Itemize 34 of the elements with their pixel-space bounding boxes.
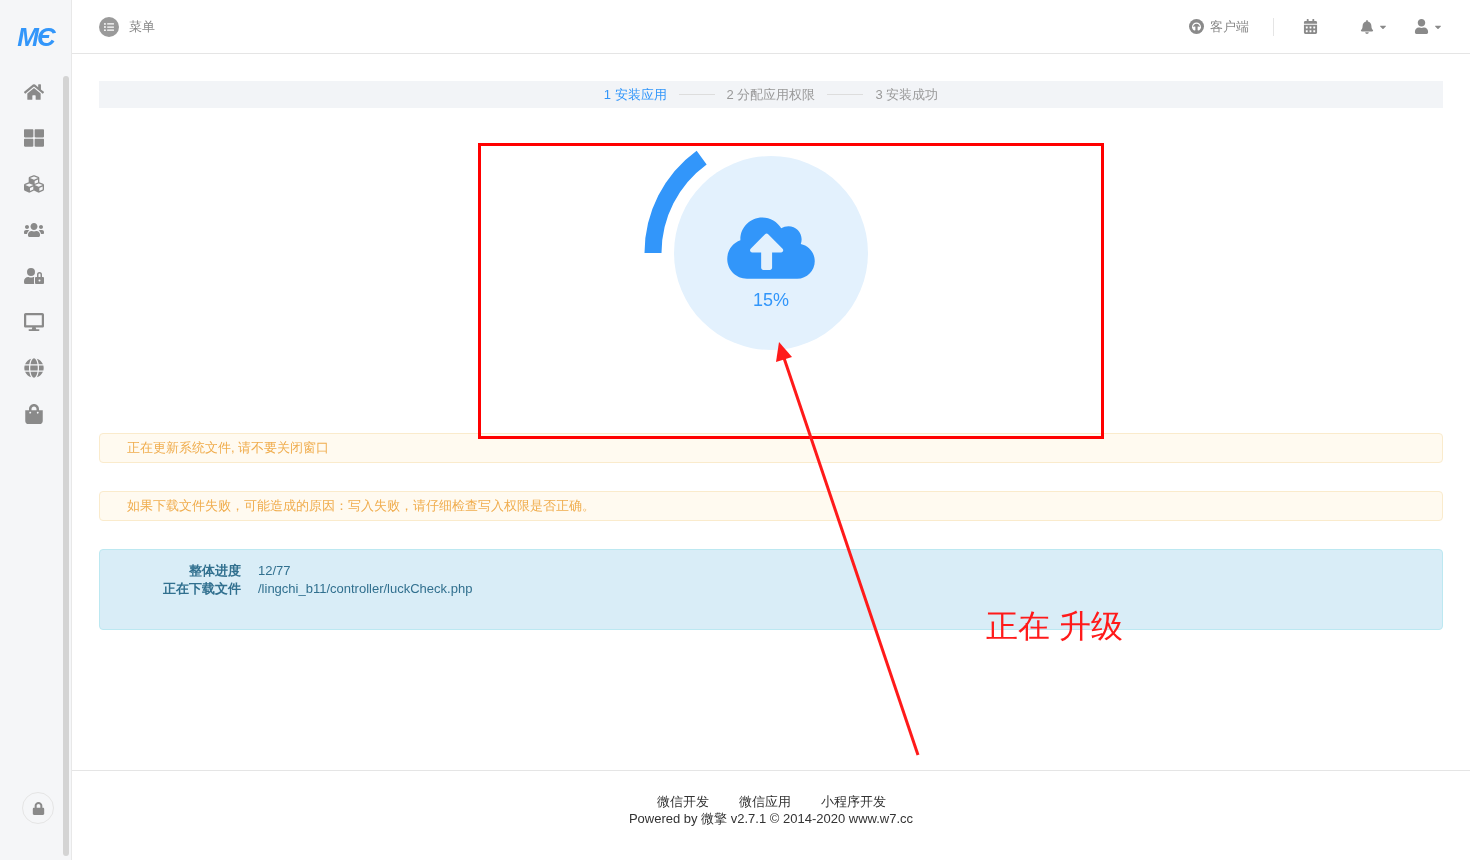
info-value: /lingchi_b11/controller/luckCheck.php [258,580,473,598]
progress-percent: 15% [753,288,789,312]
annotation-text: 正在 升级 [986,607,1123,646]
headphones-icon [1189,19,1204,34]
calendar-icon[interactable] [1303,19,1318,34]
cubes-icon[interactable] [23,174,44,194]
globe-icon[interactable] [23,358,44,378]
menu-button[interactable]: 菜单 [99,16,155,37]
lock-icon [31,801,45,815]
user-lock-icon[interactable] [23,266,44,286]
info-label: 正在下载文件 [162,580,242,598]
scrollbar[interactable] [63,76,69,856]
user-menu-button[interactable] [1414,19,1443,34]
step-label: 1 安装应用 [603,85,667,104]
bag-icon[interactable] [23,404,44,424]
footer-link[interactable]: 微信应用 [738,793,791,810]
step-label: 2 分配应用权限 [726,85,816,104]
warning-alert: 正在更新系统文件, 请不要关闭窗口 [99,433,1443,463]
footer-link[interactable]: 微信开发 [656,793,709,810]
copyright-text: Powered by 微擎 v2.7.1 © 2014-2020 www.w7.cc [628,810,914,827]
user-icon [1414,19,1429,34]
monitor-icon[interactable] [23,312,44,332]
footer-link[interactable]: 小程序开发 [820,793,886,810]
client-link[interactable]: 客户端 [1189,16,1273,37]
list-icon [99,16,119,37]
notifications-button[interactable] [1360,19,1388,34]
grid-icon[interactable] [23,128,44,148]
step-label: 3 安装成功 [875,85,939,104]
users-icon[interactable] [23,220,44,240]
info-label: 整体进度 [188,562,242,580]
info-value: 12/77 [258,562,291,580]
bell-icon [1360,19,1374,34]
home-icon[interactable] [23,82,44,102]
warning-alert: 如果下载文件失败，可能造成的原因：写入失败，请仔细检查写入权限是否正确。 [99,491,1443,521]
